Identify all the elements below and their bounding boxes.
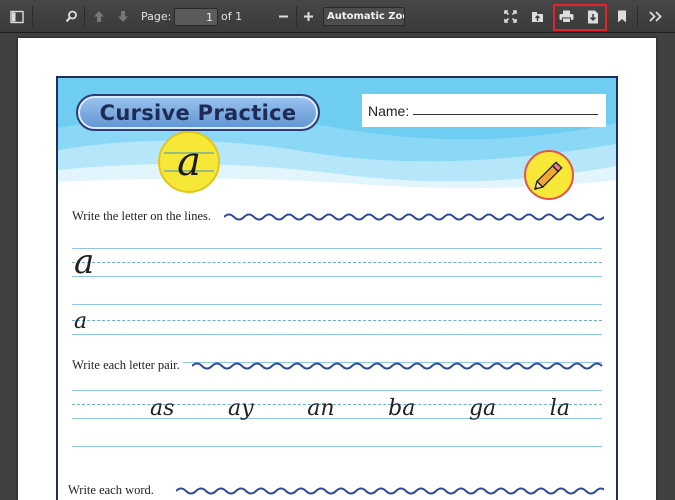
instruction-words: Write each word. xyxy=(68,483,157,498)
fullscreen-icon xyxy=(503,10,517,23)
zoom-out-button[interactable] xyxy=(272,0,294,33)
letter-badge: a xyxy=(158,131,220,193)
worksheet: Cursive Practice Name: a Write the lette… xyxy=(56,76,618,500)
name-line xyxy=(413,114,598,115)
zoom-value: Automatic Zoom xyxy=(327,11,404,22)
open-file-button[interactable] xyxy=(526,0,548,33)
pencil-badge xyxy=(524,150,574,200)
page-number-input[interactable] xyxy=(174,8,218,26)
next-page-button[interactable] xyxy=(112,0,134,33)
guideline-row-2 xyxy=(72,306,602,366)
letter-pair: ay xyxy=(228,396,254,421)
sidebar-toggle-button[interactable] xyxy=(6,0,28,33)
letter-pair: ba xyxy=(388,396,416,421)
name-label: Name: xyxy=(368,102,410,119)
open-file-icon xyxy=(531,10,544,23)
arrow-down-icon xyxy=(117,10,129,23)
worksheet-title: Cursive Practice xyxy=(76,94,320,131)
letter-pair: ga xyxy=(468,396,497,421)
sidebar-toggle-icon xyxy=(10,10,24,24)
name-field: Name: xyxy=(362,94,606,127)
pdf-toolbar: Page: of 1 Automatic Zoom÷ xyxy=(0,0,675,33)
practice-letter-upper: a xyxy=(74,242,95,282)
badge-letter: a xyxy=(177,139,201,185)
letter-pair: an xyxy=(307,396,335,421)
tools-button[interactable] xyxy=(644,0,666,33)
wave-divider xyxy=(192,362,603,370)
letter-pairs: as ay an ba ga la xyxy=(150,396,570,421)
presentation-mode-button[interactable] xyxy=(499,0,521,33)
print-download-highlight xyxy=(553,4,607,31)
letter-pair: la xyxy=(549,396,570,421)
bookmark-button[interactable] xyxy=(611,0,633,33)
tools-chevron-icon xyxy=(648,11,662,22)
page-label: Page: xyxy=(141,10,172,23)
previous-page-button[interactable] xyxy=(88,0,110,33)
zoom-select[interactable]: Automatic Zoom÷ xyxy=(323,7,405,26)
wave-divider xyxy=(176,487,604,495)
zoom-in-button[interactable] xyxy=(297,0,319,33)
pdf-page: Cursive Practice Name: a Write the lette… xyxy=(18,38,656,500)
document-viewport[interactable]: Cursive Practice Name: a Write the lette… xyxy=(0,34,675,500)
plus-icon xyxy=(303,11,314,22)
guideline-row-1 xyxy=(72,248,602,308)
instruction-pairs: Write each letter pair. xyxy=(72,358,183,373)
page-count: of 1 xyxy=(221,10,243,23)
instruction-letters: Write the letter on the lines. xyxy=(72,209,215,224)
practice-letter-lower: a xyxy=(74,309,88,334)
search-icon xyxy=(65,10,78,23)
minus-icon xyxy=(278,11,289,22)
find-button[interactable] xyxy=(60,0,82,33)
wave-divider xyxy=(224,213,604,221)
bookmark-icon xyxy=(617,10,627,23)
arrow-up-icon xyxy=(93,10,105,23)
letter-pair: as xyxy=(150,396,175,421)
